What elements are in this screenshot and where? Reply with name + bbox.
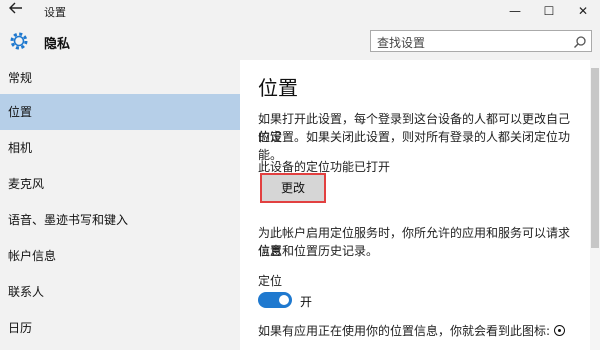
window-title: 设置: [44, 6, 66, 19]
settings-header: 隐私 查找设置: [0, 22, 600, 60]
gear-icon: [8, 30, 30, 52]
search-input[interactable]: 查找设置: [370, 30, 592, 52]
icon-note-text: 如果有应用正在使用你的位置信息，你就会看到此图标:: [258, 324, 551, 338]
search-placeholder: 查找设置: [377, 36, 426, 50]
location-setting-label: 定位: [258, 274, 283, 288]
minimize-button[interactable]: —: [500, 0, 530, 22]
toggle-state-label: 开: [300, 295, 313, 309]
location-in-use-icon: [554, 325, 566, 336]
sidebar: 常规 位置 相机 麦克风 语音、墨迹书写和键入 帐户信息 联系人 日历: [0, 60, 240, 350]
scrollbar[interactable]: [590, 60, 600, 350]
content-pane: 位置 如果打开此设置，每个登录到这台设备的人都可以更改自己的定 位设置。如果关闭…: [240, 60, 600, 350]
sidebar-item-microphone[interactable]: 麦克风: [0, 166, 240, 202]
icon-note: 如果有应用正在使用你的位置信息，你就会看到此图标:: [258, 322, 588, 340]
sidebar-item-camera[interactable]: 相机: [0, 130, 240, 166]
sidebar-item-calendar[interactable]: 日历: [0, 310, 240, 346]
title-bar: 设置 — ☐ ✕: [0, 0, 600, 22]
close-button[interactable]: ✕: [568, 0, 598, 22]
sidebar-item-speech-inking-typing[interactable]: 语音、墨迹书写和键入: [0, 202, 240, 238]
change-button[interactable]: 更改: [260, 173, 326, 203]
page-title: 隐私: [44, 37, 71, 52]
service-line-2: 信息和位置历史记录。: [258, 244, 379, 258]
maximize-button[interactable]: ☐: [534, 0, 564, 22]
sidebar-item-location[interactable]: 位置: [0, 94, 240, 130]
toggle-knob: [279, 295, 289, 305]
search-icon[interactable]: [573, 34, 587, 48]
back-arrow-icon[interactable]: [6, 2, 26, 20]
section-title: 位置: [258, 76, 298, 100]
location-toggle[interactable]: [258, 292, 292, 308]
scroll-thumb[interactable]: [591, 68, 599, 248]
sidebar-item-account-info[interactable]: 帐户信息: [0, 238, 240, 274]
sidebar-item-general[interactable]: 常规: [0, 60, 240, 96]
sidebar-item-contacts[interactable]: 联系人: [0, 274, 240, 310]
